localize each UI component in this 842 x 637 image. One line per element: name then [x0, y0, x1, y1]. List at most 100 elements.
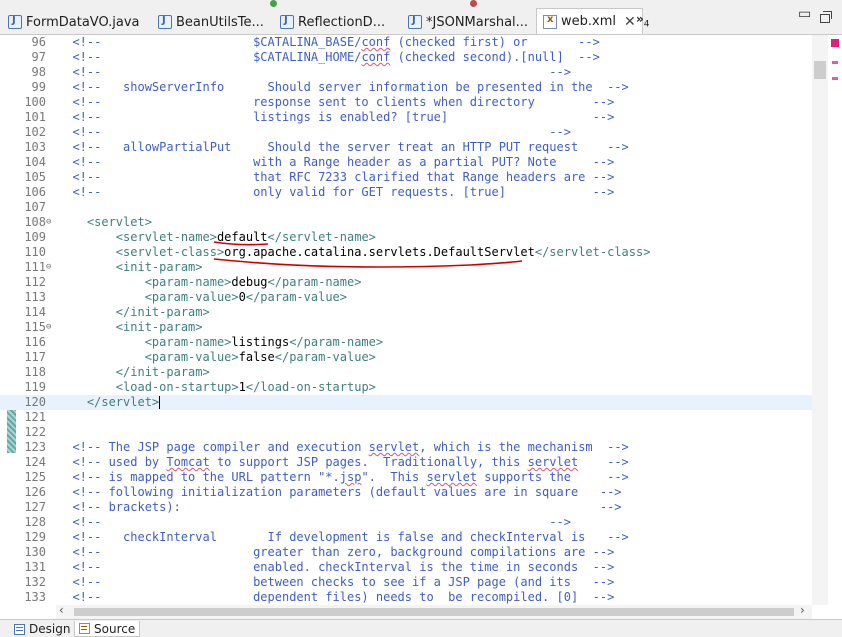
code-line[interactable]: 124 <!-- used by Tomcat to support JSP p…	[0, 455, 812, 470]
xml-file-icon	[543, 14, 557, 29]
overview-ruler[interactable]	[828, 35, 842, 605]
tab-source[interactable]: Source	[74, 621, 141, 637]
code-line[interactable]: 130 <!-- greater than zero, background c…	[0, 545, 812, 560]
tab-overflow-button[interactable]: »4	[636, 12, 650, 29]
xml-comment: (checked first) or -->	[390, 35, 600, 49]
line-number: 105	[24, 170, 46, 184]
hidden-tab-count: 4	[643, 19, 650, 30]
horizontal-scroll-thumb[interactable]	[74, 608, 794, 616]
fold-toggle-icon[interactable]: ⊖	[46, 215, 51, 230]
spelling-flagged-word: servlet	[527, 455, 579, 469]
code-line[interactable]: 97 <!-- $CATALINA_HOME/conf (checked sec…	[0, 50, 812, 65]
code-line[interactable]: 118 </init-param>	[0, 365, 812, 380]
vertical-scrollbar[interactable]	[812, 35, 828, 605]
xml-tag: </param-value>	[274, 350, 376, 364]
code-line[interactable]: 132 <!-- between checks to see if a JSP …	[0, 575, 812, 590]
java-file-icon	[280, 15, 294, 29]
code-line[interactable]: 113 <param-value>0</param-value>	[0, 290, 812, 305]
xml-text-value: default	[216, 230, 268, 244]
tab-label: *JSONMarshal...	[426, 14, 529, 30]
code-text: <!-- -->	[58, 125, 571, 140]
code-line[interactable]: 117 <param-value>false</param-value>	[0, 350, 812, 365]
code-line[interactable]: 125 <!-- is mapped to the URL pattern "*…	[0, 470, 812, 485]
code-line[interactable]: 119 <load-on-startup>1</load-on-startup>	[0, 380, 812, 395]
code-line[interactable]: 99 <!-- showServerInfo Should server inf…	[0, 80, 812, 95]
code-line[interactable]: 110 <servlet-class>org.apache.catalina.s…	[0, 245, 812, 260]
code-line[interactable]: 131 <!-- enabled. checkInterval is the t…	[0, 560, 812, 575]
code-line[interactable]: 101 <!-- listings is enabled? [true] -->	[0, 110, 812, 125]
vertical-scroll-thumb[interactable]	[814, 61, 826, 79]
code-line[interactable]: 106 <!-- only valid for GET requests. [t…	[0, 185, 812, 200]
code-line[interactable]: 133 <!-- dependent files) needs to be re…	[0, 590, 812, 605]
chevron-double-right-icon: »	[636, 12, 644, 26]
tab-label: ReflectionD...	[298, 14, 386, 30]
xml-comment: <!-- dependent files) needs to be recomp…	[58, 590, 615, 604]
xml-tag: <param-value>	[58, 290, 239, 304]
spelling-flagged-word: jsp	[339, 470, 362, 484]
xml-tag: </init-param>	[58, 365, 210, 379]
code-line[interactable]: 121	[0, 410, 812, 425]
xml-tag: <load-on-startup>	[58, 380, 239, 394]
line-number: 104	[24, 155, 46, 169]
tab-jsonmarshal[interactable]: *JSONMarshal...	[408, 10, 528, 34]
java-file-icon	[158, 15, 172, 29]
fold-toggle-icon[interactable]: ⊖	[46, 320, 51, 335]
code-line[interactable]: 115 ⊖ <init-param>	[0, 320, 812, 335]
editor-tab-bar: FormDataVO.java BeanUtilsTe... Reflectio…	[0, 0, 842, 35]
error-summary-icon	[831, 39, 839, 47]
code-line[interactable]: 126 <!-- following initialization parame…	[0, 485, 812, 500]
code-line[interactable]: 114 </init-param>	[0, 305, 812, 320]
line-number: 102	[24, 125, 46, 139]
line-number: 106	[24, 185, 46, 199]
code-line[interactable]: 102 <!-- -->	[0, 125, 812, 140]
code-line[interactable]: 105 <!-- that RFC 7233 clarified that Ra…	[0, 170, 812, 185]
spelling-marker[interactable]	[832, 61, 838, 64]
tab-web-xml[interactable]: web.xml ✕	[536, 8, 643, 34]
code-line[interactable]: 107	[0, 200, 812, 215]
minimize-button[interactable]: ▭	[798, 6, 811, 22]
code-line[interactable]: 103 <!-- allowPartialPut Should the serv…	[0, 140, 812, 155]
tab-design[interactable]: Design	[10, 621, 74, 637]
tab-formdatavo[interactable]: FormDataVO.java	[8, 10, 140, 34]
scroll-right-icon[interactable]: ›	[800, 603, 805, 617]
code-line[interactable]: 108 ⊖ <servlet>	[0, 215, 812, 230]
code-line[interactable]: 116 <param-name>listings</param-name>	[0, 335, 812, 350]
xml-source-editor[interactable]: 96 <!-- $CATALINA_BASE/conf (checked fir…	[0, 35, 812, 605]
code-text: <!-- used by Tomcat to support JSP pages…	[58, 455, 629, 470]
code-line[interactable]: 128 <!-- -->	[0, 515, 812, 530]
code-line[interactable]: 109 <servlet-name>default</servlet-name>	[0, 230, 812, 245]
code-text: <param-value>false</param-value>	[58, 350, 376, 365]
fold-toggle-icon[interactable]: ⊖	[46, 260, 51, 275]
code-line[interactable]: 129 <!-- checkInterval If development is…	[0, 530, 812, 545]
code-line[interactable]: 111 ⊖ <init-param>	[0, 260, 812, 275]
xml-comment: <!-- checkInterval If development is fal…	[58, 530, 629, 544]
code-line[interactable]: 127 <!-- brackets): -->	[0, 500, 812, 515]
maximize-button[interactable]	[820, 11, 832, 23]
line-number: 119	[24, 380, 46, 394]
tab-beanutilstest[interactable]: BeanUtilsTe...	[158, 10, 264, 34]
line-number: 99	[31, 80, 46, 94]
line-number: 114	[24, 305, 46, 319]
xml-comment: <!-- brackets): -->	[58, 500, 622, 514]
scroll-left-icon[interactable]: ‹	[59, 603, 64, 617]
xml-comment: -->	[578, 455, 629, 469]
close-icon[interactable]: ✕	[624, 14, 636, 30]
xml-tag: </load-on-startup>	[245, 380, 376, 394]
code-line[interactable]: 120 </servlet>	[0, 395, 812, 410]
spelling-flagged-word: conf	[361, 50, 391, 64]
code-line[interactable]: 98 <!-- -->	[0, 65, 812, 80]
xml-text-value: debug	[231, 275, 268, 289]
spelling-marker[interactable]	[832, 77, 838, 80]
tab-label: web.xml	[561, 14, 616, 29]
tab-label: FormDataVO.java	[26, 14, 140, 30]
code-line[interactable]: 100 <!-- response sent to clients when d…	[0, 95, 812, 110]
line-number: 115	[24, 320, 46, 334]
xml-text-value: 0	[238, 290, 246, 304]
code-line[interactable]: 123 <!-- The JSP page compiler and execu…	[0, 440, 812, 455]
code-line[interactable]: 122	[0, 425, 812, 440]
horizontal-scrollbar[interactable]: ‹ ›	[56, 603, 812, 619]
tab-reflectiondemo[interactable]: ReflectionD...	[280, 10, 385, 34]
code-line[interactable]: 112 <param-name>debug</param-name>	[0, 275, 812, 290]
code-line[interactable]: 104 <!-- with a Range header as a partia…	[0, 155, 812, 170]
code-line[interactable]: 96 <!-- $CATALINA_BASE/conf (checked fir…	[0, 35, 812, 50]
